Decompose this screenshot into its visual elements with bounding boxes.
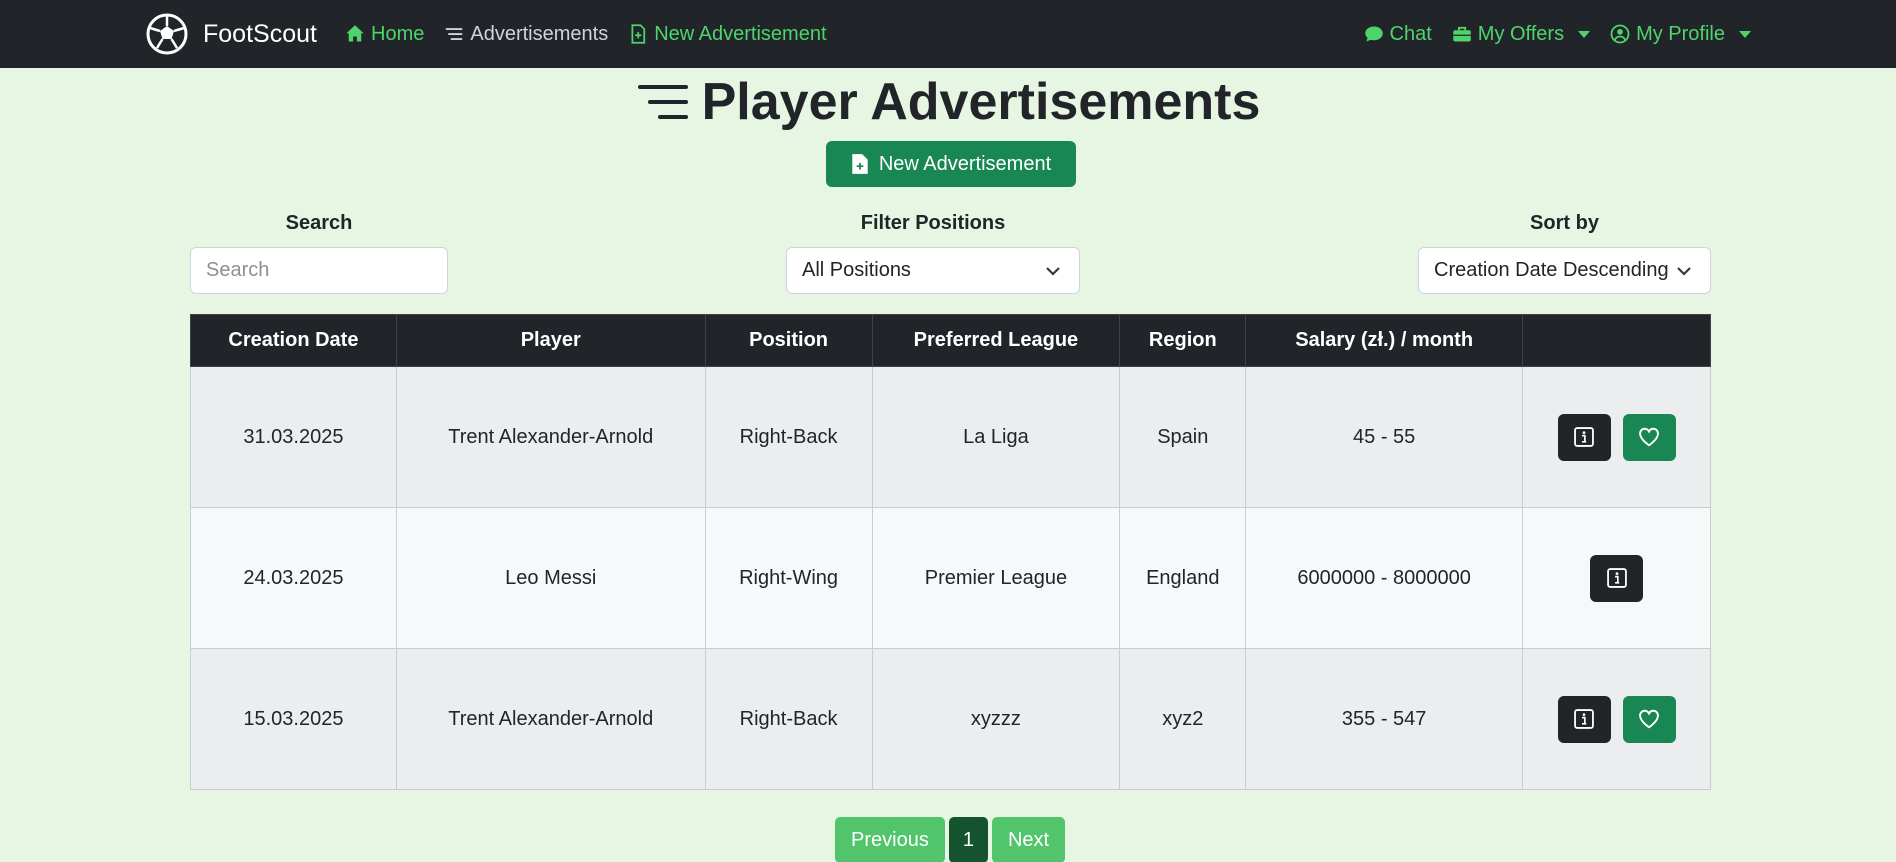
- position-select[interactable]: All Positions: [786, 247, 1080, 294]
- list-icon: [637, 85, 688, 119]
- briefcase-icon: [1453, 26, 1471, 42]
- info-square-icon: [1574, 427, 1594, 447]
- cell-actions: [1522, 648, 1711, 790]
- search-label: Search: [285, 212, 353, 234]
- new-advertisement-button[interactable]: New Advertisement: [826, 141, 1076, 187]
- advertisements-table: Creation Date Player Position Preferred …: [190, 314, 1711, 790]
- details-button[interactable]: [1557, 695, 1611, 743]
- cell-preferred-league: Premier League: [871, 507, 1121, 649]
- nav-chat-label: Chat: [1389, 22, 1432, 45]
- cell-player: Leo Messi: [395, 507, 706, 649]
- cell-salary: 45 - 55: [1245, 366, 1524, 508]
- person-circle-icon: [1610, 24, 1630, 44]
- pagination: Previous 1 Next: [835, 817, 1066, 862]
- cell-region: Spain: [1119, 366, 1247, 508]
- nav-new-advertisement-link[interactable]: New Advertisement: [628, 22, 827, 46]
- cell-creation-date: 15.03.2025: [190, 648, 397, 790]
- table-row: 24.03.2025 Leo Messi Right-Wing Premier …: [190, 507, 1711, 649]
- cell-salary: 355 - 547: [1245, 648, 1524, 790]
- chevron-down-icon: [1046, 267, 1060, 276]
- file-plus-icon: [631, 24, 646, 44]
- nav-home-link[interactable]: Home: [345, 23, 424, 46]
- page-header: Player Advertisements: [0, 72, 1896, 132]
- house-icon: [346, 25, 364, 42]
- page-title: Player Advertisements: [701, 73, 1261, 131]
- heart-icon: [1639, 427, 1659, 447]
- cell-actions: [1522, 507, 1711, 649]
- cell-position: Right-Wing: [704, 507, 873, 649]
- cell-salary: 6000000 - 8000000: [1245, 507, 1524, 649]
- soccer-ball-icon: [146, 13, 188, 55]
- cell-region: England: [1119, 507, 1247, 649]
- navbar: FootScout Home Advertisements New Advert…: [0, 0, 1896, 68]
- column-header[interactable]: Position: [704, 314, 873, 367]
- cell-region: xyz2: [1119, 648, 1247, 790]
- nav-my-profile-label: My Profile: [1636, 22, 1725, 45]
- position-select-value: All Positions: [802, 259, 911, 281]
- new-advertisement-label: New Advertisement: [878, 152, 1052, 175]
- cell-preferred-league: xyzzz: [871, 648, 1121, 790]
- filter-positions-label: Filter Positions: [860, 212, 1006, 234]
- cell-actions: [1522, 366, 1711, 508]
- caret-down-icon: [1739, 30, 1751, 38]
- details-button[interactable]: [1557, 413, 1611, 461]
- column-header[interactable]: Creation Date: [190, 314, 397, 367]
- cell-player: Trent Alexander-Arnold: [395, 366, 706, 508]
- column-header[interactable]: Preferred League: [871, 314, 1121, 367]
- cell-creation-date: 31.03.2025: [190, 366, 397, 508]
- cell-creation-date: 24.03.2025: [190, 507, 397, 649]
- nav-home-label: Home: [371, 22, 425, 45]
- list-icon: [445, 28, 463, 40]
- heart-icon: [1639, 709, 1659, 729]
- cell-position: Right-Back: [704, 366, 873, 508]
- brand-name: FootScout: [203, 19, 317, 48]
- nav-my-offers-dropdown[interactable]: My Offers: [1452, 22, 1591, 46]
- nav-advertisements-link[interactable]: Advertisements: [444, 23, 608, 46]
- file-plus-icon: [852, 154, 868, 174]
- nav-advertisements-label: Advertisements: [470, 22, 609, 45]
- current-page-button[interactable]: 1: [948, 817, 988, 862]
- brand[interactable]: FootScout: [145, 12, 317, 56]
- column-header[interactable]: Player: [395, 314, 706, 367]
- details-button[interactable]: [1590, 554, 1644, 602]
- table-row: 31.03.2025 Trent Alexander-Arnold Right-…: [190, 366, 1711, 508]
- cell-player: Trent Alexander-Arnold: [395, 648, 706, 790]
- column-header-actions: [1522, 314, 1711, 367]
- favorite-button[interactable]: [1622, 695, 1676, 743]
- nav-my-profile-dropdown[interactable]: My Profile: [1610, 23, 1751, 46]
- sort-by-label: Sort by: [1530, 212, 1599, 234]
- info-square-icon: [1574, 709, 1594, 729]
- next-page-button[interactable]: Next: [991, 817, 1066, 862]
- sort-select[interactable]: Creation Date Descending: [1418, 247, 1711, 294]
- cell-position: Right-Back: [704, 648, 873, 790]
- column-header[interactable]: Region: [1119, 314, 1247, 367]
- cell-preferred-league: La Liga: [871, 366, 1121, 508]
- column-header[interactable]: Salary (zł.) / month: [1245, 314, 1524, 367]
- caret-down-icon: [1578, 30, 1591, 38]
- search-input[interactable]: Search: [190, 247, 448, 294]
- favorite-button[interactable]: [1622, 413, 1676, 461]
- nav-my-offers-label: My Offers: [1477, 22, 1565, 45]
- nav-chat-link[interactable]: Chat: [1364, 23, 1432, 46]
- nav-new-advertisement-label: New Advertisement: [654, 22, 827, 45]
- table-row: 15.03.2025 Trent Alexander-Arnold Right-…: [190, 648, 1711, 790]
- previous-page-button[interactable]: Previous: [835, 817, 945, 862]
- chevron-down-icon: [1677, 267, 1691, 276]
- chat-icon: [1364, 26, 1383, 42]
- info-square-icon: [1606, 568, 1627, 588]
- sort-select-value: Creation Date Descending: [1434, 259, 1669, 281]
- table-header-row: Creation Date Player Position Preferred …: [190, 314, 1711, 367]
